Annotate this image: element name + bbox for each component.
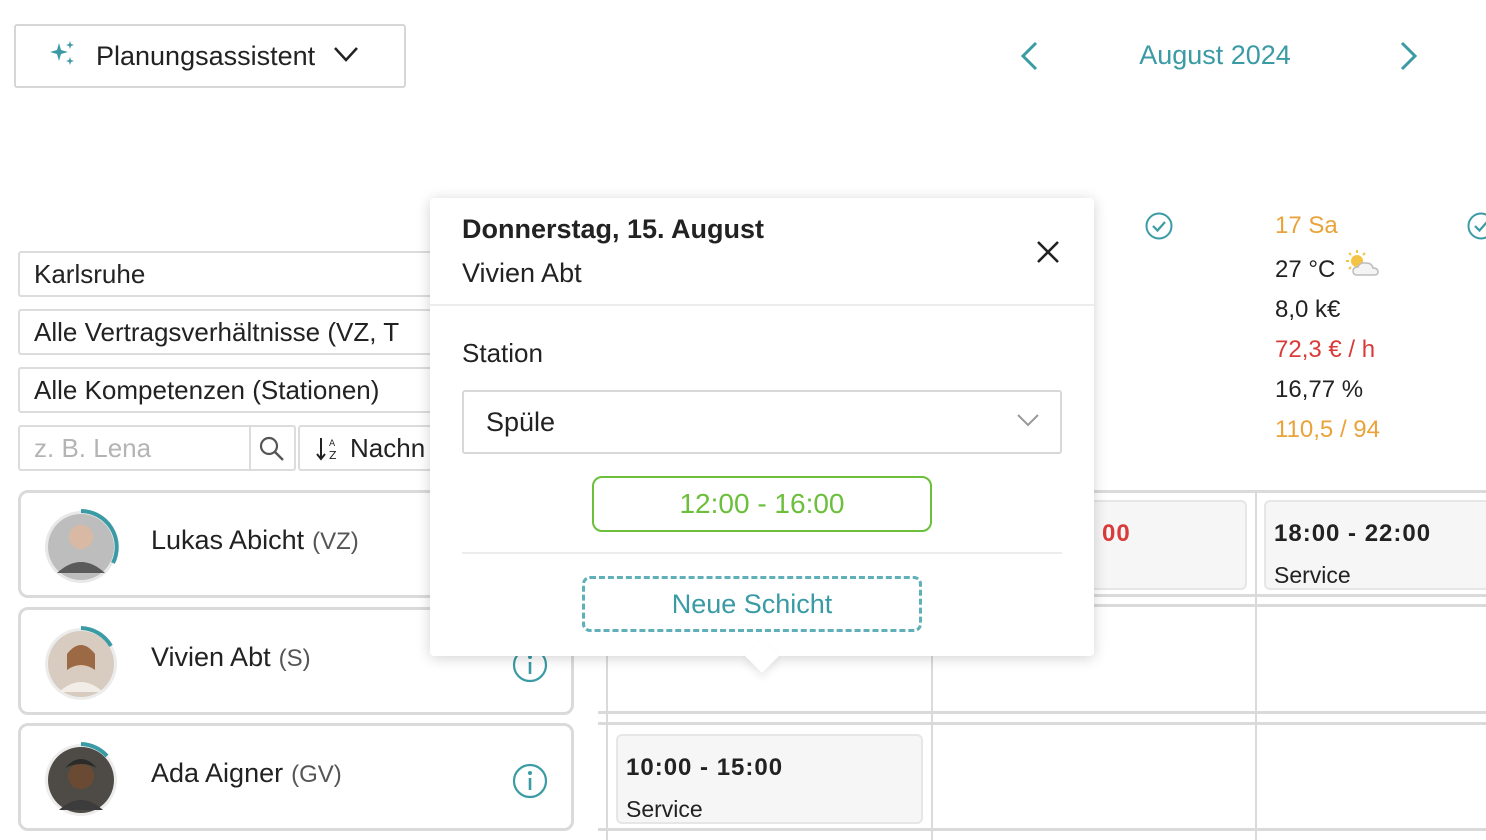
avatar: [41, 507, 119, 583]
station-value: Spüle: [486, 407, 556, 437]
sort-button[interactable]: A Z Nachn: [298, 425, 448, 471]
sparkles-icon: [48, 39, 78, 74]
sort-alpha-icon: A Z: [316, 436, 344, 467]
shift-type: Service: [1274, 562, 1351, 588]
shift-type: Service: [626, 796, 703, 822]
station-select[interactable]: Spüle: [462, 390, 1062, 454]
popover-pointer: [745, 639, 779, 673]
popover-employee: Vivien Abt: [462, 258, 582, 288]
grid-column-divider: [1255, 490, 1257, 840]
revenue: 8,0 k€: [1275, 296, 1341, 323]
day-label: 17 Sa: [1275, 212, 1338, 239]
sort-label: Nachn: [350, 433, 426, 463]
partly-cloudy-icon: [1343, 249, 1383, 292]
shift-card[interactable]: 10:00 - 15:00 Service: [616, 734, 923, 824]
weather-row: 27 °C: [1275, 249, 1475, 292]
popover-divider: [430, 304, 1094, 306]
competence-filter[interactable]: Alle Kompetenzen (Stationen): [18, 367, 448, 413]
close-icon[interactable]: [1034, 238, 1062, 266]
employee-name: Ada Aigner (GV): [151, 758, 342, 789]
station-label: Station: [462, 338, 543, 368]
contract-type: (S): [278, 645, 311, 672]
popover-date: Donnerstag, 15. August: [462, 214, 765, 244]
employee-name-text: Ada Aigner: [151, 758, 284, 788]
chevron-down-icon: [1016, 412, 1040, 433]
search-icon[interactable]: [258, 435, 286, 468]
contract-filter[interactable]: Alle Vertragsverhältnisse (VZ, T: [18, 309, 448, 355]
shift-popover: Donnerstag, 15. August Vivien Abt Statio…: [430, 198, 1094, 673]
contract-type: (VZ): [312, 528, 359, 555]
svg-text:Z: Z: [329, 449, 337, 462]
svg-text:A: A: [329, 439, 336, 449]
month-navigation: August 2024: [1000, 30, 1440, 82]
employee-name: Lukas Abicht (VZ): [151, 525, 359, 556]
contract-type: (GV): [291, 761, 342, 788]
month-title[interactable]: August 2024: [1100, 40, 1330, 71]
employee-name-text: Vivien Abt: [151, 642, 271, 672]
info-icon[interactable]: [511, 762, 549, 805]
day-approved-check-icon: [1144, 211, 1174, 246]
day-header-saturday: 17 Sa 27 °C 8,0 k€ 72,3 € / h 16,77 % 11…: [1275, 210, 1475, 450]
planned-hours: 110,5 / 94: [1275, 416, 1380, 443]
employee-name-text: Lukas Abicht: [151, 525, 305, 555]
shift-time: 10:00 - 15:00: [626, 754, 784, 781]
avatar: [41, 740, 117, 816]
chevron-down-icon: [333, 45, 359, 68]
hourly-rate: 72,3 € / h: [1275, 336, 1376, 363]
employee-row[interactable]: Ada Aigner (GV): [18, 723, 574, 831]
temperature: 27 °C: [1275, 256, 1336, 283]
shift-time-pill[interactable]: 12:00 - 16:00: [592, 476, 932, 532]
chevron-right-icon[interactable]: [1396, 40, 1420, 77]
labor-cost-percent: 16,77 %: [1275, 376, 1364, 403]
planning-assistant-label: Planungsassistent: [96, 40, 316, 71]
avatar: [41, 624, 117, 700]
grid-row-divider: [598, 722, 1486, 725]
employee-name: Vivien Abt (S): [151, 642, 311, 673]
shift-card[interactable]: 18:00 - 22:00 Service: [1264, 500, 1486, 590]
shift-time: 18:00 - 22:00: [1274, 520, 1432, 547]
shift-time: 00: [1102, 520, 1131, 547]
new-shift-button[interactable]: Neue Schicht: [582, 576, 922, 632]
chevron-left-icon[interactable]: [1018, 40, 1042, 77]
location-filter[interactable]: Karlsruhe: [18, 251, 448, 297]
grid-row-divider: [598, 711, 1486, 714]
search-divider: [249, 427, 251, 469]
popover-divider: [462, 552, 1062, 554]
planning-assistant-button[interactable]: Planungsassistent: [14, 24, 406, 88]
search-placeholder: z. B. Lena: [34, 433, 152, 463]
grid-row-divider: [598, 828, 1486, 831]
employee-search-input[interactable]: z. B. Lena: [18, 425, 296, 471]
